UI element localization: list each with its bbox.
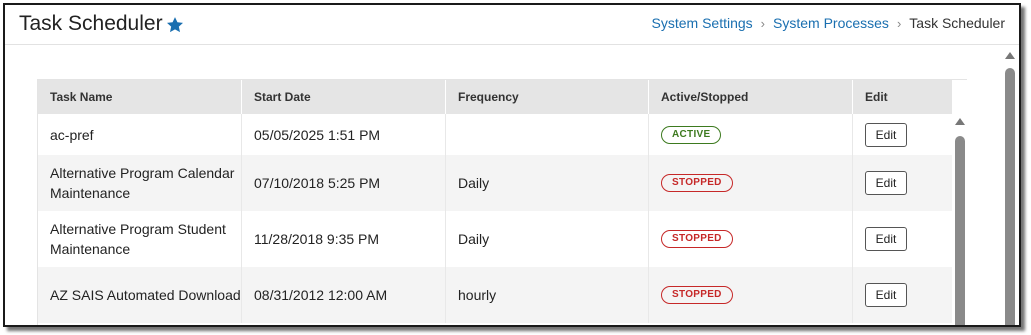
scroll-up-arrow-icon[interactable]: [955, 118, 965, 125]
breadcrumb: System Settings › System Processes › Tas…: [652, 15, 1006, 31]
status-badge: ACTIVE: [661, 125, 722, 144]
edit-button[interactable]: Edit: [865, 227, 907, 251]
table-scrollbar-thumb[interactable]: [955, 136, 965, 325]
edit-cell: Edit: [853, 211, 952, 267]
table-header: Task Name Start Date Frequency Active/St…: [38, 80, 952, 114]
status-badge: STOPPED: [661, 174, 733, 192]
frequency-cell: Daily: [446, 155, 649, 211]
edit-button[interactable]: Edit: [865, 283, 907, 307]
frequency-cell: Daily: [446, 211, 649, 267]
start-date-cell: 11/28/2018 9:35 PM: [242, 211, 446, 267]
column-header-active-stopped[interactable]: Active/Stopped: [649, 80, 853, 114]
edit-cell: Edit: [853, 155, 952, 211]
frequency-cell: hourly: [446, 267, 649, 323]
column-header-frequency[interactable]: Frequency: [446, 80, 649, 114]
page-scrollbar-thumb[interactable]: [1005, 68, 1015, 325]
chevron-right-icon: ›: [896, 15, 902, 31]
column-header-edit: Edit: [865, 90, 888, 104]
status-cell: ACTIVE: [649, 114, 853, 155]
edit-button[interactable]: Edit: [865, 122, 907, 147]
start-date-cell: 07/10/2018 5:25 PM: [242, 155, 446, 211]
task-table: Task Name Start Date Frequency Active/St…: [37, 79, 967, 325]
start-date-cell: 08/31/2012 12:00 AM: [242, 267, 446, 323]
status-cell: STOPPED: [649, 155, 853, 211]
table-row: Alternative Program Student Maintenance …: [38, 211, 952, 267]
status-badge: STOPPED: [661, 286, 733, 304]
status-badge: STOPPED: [661, 230, 733, 248]
app-window: Task Scheduler System Settings › System …: [3, 3, 1021, 327]
task-name-cell: Alternative Program Student Maintenance: [38, 211, 242, 267]
task-name-cell: ac-pref: [38, 114, 242, 155]
task-name-cell: Alternative Program Calendar Maintenance: [38, 155, 242, 211]
edit-button[interactable]: Edit: [865, 171, 907, 195]
chevron-right-icon: ›: [760, 15, 765, 31]
status-cell: STOPPED: [649, 211, 853, 267]
table-row: Alternative Program Calendar Maintenance…: [38, 155, 952, 211]
task-name-cell: AZ SAIS Automated Download: [38, 267, 242, 323]
edit-cell: Edit: [853, 267, 952, 323]
column-header-start-date[interactable]: Start Date: [242, 80, 446, 114]
page-header: Task Scheduler System Settings › System …: [5, 5, 1019, 45]
table-row: AZ SAIS Automated Download 08/31/2012 12…: [38, 267, 952, 323]
breadcrumb-task-scheduler: Task Scheduler: [909, 15, 1005, 31]
breadcrumb-system-processes[interactable]: System Processes: [773, 15, 889, 31]
start-date-cell: 05/05/2025 1:51 PM: [242, 114, 446, 155]
table-body: ac-pref 05/05/2025 1:51 PM ACTIVE Edit A…: [38, 114, 952, 323]
status-cell: STOPPED: [649, 267, 853, 323]
breadcrumb-system-settings[interactable]: System Settings: [652, 15, 753, 31]
frequency-cell: [446, 114, 649, 155]
star-icon[interactable]: [165, 15, 185, 35]
page-title: Task Scheduler: [19, 12, 163, 35]
scroll-up-arrow-icon[interactable]: [1005, 52, 1015, 59]
page-scrollbar[interactable]: [1001, 46, 1019, 325]
column-header-task-name[interactable]: Task Name: [38, 80, 242, 114]
edit-cell: Edit: [853, 114, 952, 155]
table-scrollbar[interactable]: [952, 114, 967, 325]
table-row: ac-pref 05/05/2025 1:51 PM ACTIVE Edit: [38, 114, 952, 155]
